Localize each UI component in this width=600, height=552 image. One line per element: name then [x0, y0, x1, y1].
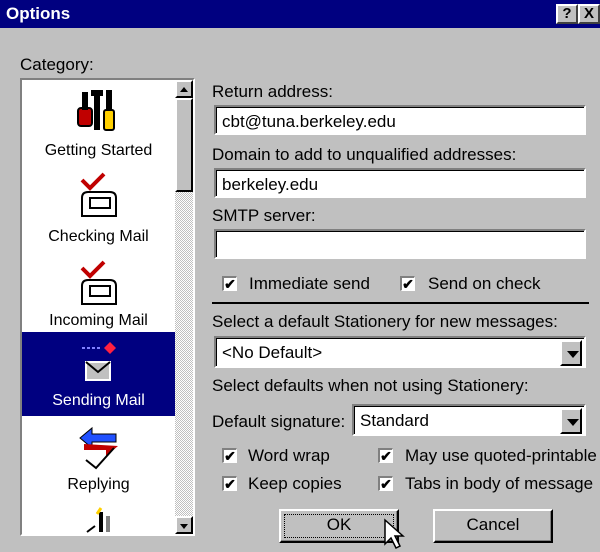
- reply-arrows-icon: [78, 426, 118, 470]
- title-bar[interactable]: Options ? X: [0, 0, 600, 28]
- word-wrap-checkbox[interactable]: ✔: [222, 448, 237, 463]
- return-address-value: cbt@tuna.berkeley.edu: [222, 112, 396, 131]
- mailbox-icon: [80, 172, 117, 217]
- ok-button-label: OK: [326, 515, 352, 534]
- separator: [212, 302, 589, 304]
- stationery-dropdown-arrow-icon[interactable]: [560, 340, 582, 366]
- category-list[interactable]: Getting Started Checking Mail Incoming M…: [20, 78, 195, 536]
- scroll-up-button[interactable]: [175, 80, 193, 98]
- defaults-label: Select defaults when not using Stationer…: [212, 376, 529, 395]
- category-label-incoming-mail: Incoming Mail: [49, 312, 148, 329]
- help-button[interactable]: ?: [556, 4, 578, 24]
- quoted-printable-label[interactable]: May use quoted-printable: [405, 446, 597, 466]
- category-label-checking-mail: Checking Mail: [48, 228, 149, 245]
- window-title: Options: [6, 4, 71, 23]
- category-item-checking-mail[interactable]: Checking Mail: [22, 166, 175, 252]
- keep-copies-label[interactable]: Keep copies: [248, 474, 342, 494]
- cancel-button[interactable]: Cancel: [433, 509, 553, 543]
- domain-label: Domain to add to unqualified addresses:: [212, 145, 517, 164]
- ok-button[interactable]: OK: [279, 509, 399, 543]
- scroll-thumb[interactable]: [175, 98, 193, 192]
- mouse-cursor-icon: [384, 518, 405, 550]
- signature-value: Standard: [360, 411, 429, 430]
- tabs-in-body-checkbox[interactable]: ✔: [378, 476, 393, 491]
- domain-field[interactable]: berkeley.edu: [214, 168, 586, 198]
- options-dialog: Options ? X Category: Getting Started Ch…: [0, 0, 600, 552]
- stationery-value: <No Default>: [222, 343, 323, 362]
- category-label: Category:: [20, 55, 94, 75]
- category-item-replying[interactable]: Replying: [22, 416, 175, 502]
- default-signature-label: Default signature:: [212, 412, 346, 431]
- domain-value: berkeley.edu: [222, 175, 319, 194]
- mailbox-icon: [80, 260, 117, 305]
- return-address-field[interactable]: cbt@tuna.berkeley.edu: [214, 105, 586, 135]
- category-label-text: Category:: [20, 55, 94, 74]
- partial-icon: [85, 507, 110, 533]
- category-label-getting-started: Getting Started: [44, 142, 153, 159]
- tools-icon: [76, 90, 115, 131]
- category-scrollbar[interactable]: [175, 80, 193, 534]
- stationery-label: Select a default Stationery for new mess…: [212, 312, 558, 331]
- tabs-in-body-label[interactable]: Tabs in body of message: [405, 474, 593, 494]
- immediate-send-label[interactable]: Immediate send: [249, 274, 370, 294]
- send-on-check-label[interactable]: Send on check: [428, 274, 540, 294]
- category-label-sending-mail: Sending Mail: [52, 392, 145, 409]
- category-label-replying: Replying: [67, 476, 130, 493]
- close-button[interactable]: X: [578, 4, 600, 24]
- cancel-button-label: Cancel: [466, 515, 520, 534]
- category-item-getting-started[interactable]: Getting Started: [22, 80, 175, 166]
- scroll-down-button[interactable]: [175, 516, 193, 534]
- category-item-incoming-mail[interactable]: Incoming Mail: [22, 252, 175, 332]
- quoted-printable-checkbox[interactable]: ✔: [378, 448, 393, 463]
- signature-dropdown[interactable]: Standard: [352, 404, 586, 436]
- category-item-partial[interactable]: [22, 502, 175, 534]
- immediate-send-checkbox[interactable]: ✔: [222, 276, 237, 291]
- arrow-up-icon: [180, 87, 188, 92]
- smtp-server-label: SMTP server:: [212, 206, 316, 225]
- send-on-check-checkbox[interactable]: ✔: [400, 276, 415, 291]
- signature-dropdown-arrow-icon[interactable]: [560, 408, 582, 434]
- arrow-down-icon: [180, 524, 188, 529]
- sending-mail-icon: [81, 342, 116, 381]
- return-address-label: Return address:: [212, 82, 333, 101]
- stationery-dropdown[interactable]: <No Default>: [214, 336, 586, 368]
- keep-copies-checkbox[interactable]: ✔: [222, 476, 237, 491]
- smtp-server-field[interactable]: [214, 229, 586, 259]
- category-item-sending-mail[interactable]: Sending Mail: [22, 332, 175, 416]
- word-wrap-label[interactable]: Word wrap: [248, 446, 330, 466]
